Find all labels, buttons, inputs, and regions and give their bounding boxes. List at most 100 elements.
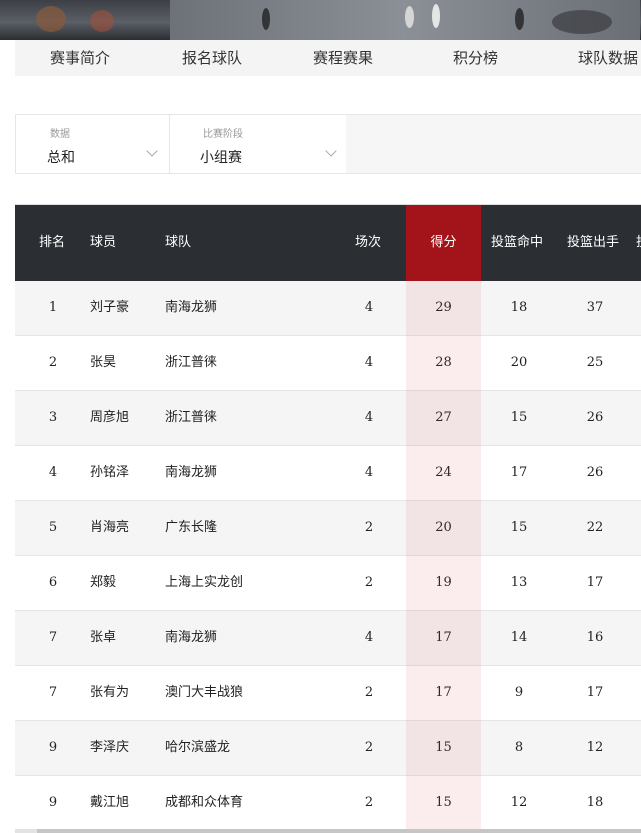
nav-item-team-stats[interactable]: 球队数据 <box>578 40 638 76</box>
games-cell: 2 <box>364 520 374 535</box>
player-cell[interactable]: 李泽庆 <box>90 721 160 775</box>
table-row[interactable]: 7 张有为 澳门大丰战狼 2 17 9 17 <box>15 666 641 721</box>
table-row[interactable]: 9 戴江旭 成都和众体育 2 15 12 18 <box>15 776 641 831</box>
fgm-cell: 12 <box>510 795 528 810</box>
games-cell: 4 <box>364 355 374 370</box>
fgm-cell: 20 <box>510 355 528 370</box>
player-cell[interactable]: 张有为 <box>90 666 160 720</box>
table-row[interactable]: 2 张昊 浙江普徕 4 28 20 25 <box>15 336 641 391</box>
team-cell[interactable]: 浙江普徕 <box>165 391 315 445</box>
fga-cell: 17 <box>586 685 604 700</box>
player-stats-table: 排名 球员 球队 场次 得分 投篮命中 投篮出手 投 1刘子豪南海龙狮42918… <box>15 204 641 833</box>
fga-cell: 26 <box>586 410 604 425</box>
games-cell: 4 <box>364 630 374 645</box>
player-figure <box>515 8 524 30</box>
stats-page: 赛事简介 报名球队 赛程赛果 积分榜 球队数据 数据 总和 比赛阶段 小组赛 排… <box>0 0 641 833</box>
fgm-cell: 15 <box>510 520 528 535</box>
team-cell[interactable]: 哈尔滨盛龙 <box>165 721 315 775</box>
nav-item-intro[interactable]: 赛事简介 <box>50 40 110 76</box>
scrollbar-thumb[interactable] <box>37 829 641 833</box>
points-cell: 17 <box>435 630 452 645</box>
player-cell[interactable]: 张卓 <box>90 611 160 665</box>
player-cell[interactable]: 张昊 <box>90 336 160 390</box>
rank-cell: 7 <box>48 685 58 700</box>
column-games[interactable]: 场次 <box>355 205 381 281</box>
column-rank[interactable]: 排名 <box>39 205 65 281</box>
player-cell[interactable]: 刘子豪 <box>90 281 160 335</box>
table-row[interactable]: 6 郑毅 上海上实龙创 2 19 13 17 <box>15 556 641 611</box>
chevron-down-icon <box>325 145 337 157</box>
fga-cell: 22 <box>586 520 604 535</box>
nav-item-standings[interactable]: 积分榜 <box>453 40 498 76</box>
rank-cell: 2 <box>48 355 58 370</box>
fgm-cell: 17 <box>510 465 528 480</box>
team-cell[interactable]: 广东长隆 <box>165 501 315 555</box>
rank-cell: 9 <box>48 740 58 755</box>
fgm-cell: 18 <box>510 300 528 315</box>
column-fga[interactable]: 投篮出手 <box>567 205 619 281</box>
horizontal-scrollbar[interactable] <box>15 829 641 833</box>
table-row[interactable]: 1 刘子豪 南海龙狮 4 29 18 37 <box>15 281 641 336</box>
team-cell[interactable]: 上海上实龙创 <box>165 556 315 610</box>
rank-cell: 1 <box>48 300 58 315</box>
games-cell: 2 <box>364 685 374 700</box>
points-cell: 29 <box>435 300 452 315</box>
column-points[interactable]: 得分 <box>406 205 481 281</box>
filter-value: 总和 <box>47 150 75 166</box>
fga-cell: 17 <box>586 575 604 590</box>
player-cell[interactable]: 郑毅 <box>90 556 160 610</box>
fgm-cell: 14 <box>510 630 528 645</box>
games-cell: 4 <box>364 300 374 315</box>
stage-select[interactable]: 比赛阶段 小组赛 <box>170 115 346 173</box>
table-row[interactable]: 3 周彦旭 浙江普徕 4 27 15 26 <box>15 391 641 446</box>
team-cell[interactable]: 南海龙狮 <box>165 281 315 335</box>
player-cell[interactable]: 孙铭泽 <box>90 446 160 500</box>
column-player[interactable]: 球员 <box>90 205 116 281</box>
player-figure <box>262 8 270 30</box>
column-partial[interactable]: 投 <box>636 205 641 281</box>
crowd-blob <box>552 10 612 34</box>
points-cell: 28 <box>435 355 452 370</box>
filter-value: 小组赛 <box>200 150 242 166</box>
crowd-blob <box>90 10 114 32</box>
table-row[interactable]: 5 肖海亮 广东长隆 2 20 15 22 <box>15 501 641 556</box>
points-cell: 19 <box>435 575 452 590</box>
rank-cell: 7 <box>48 630 58 645</box>
points-cell: 24 <box>435 465 452 480</box>
team-cell[interactable]: 南海龙狮 <box>165 611 315 665</box>
points-cell: 15 <box>435 795 452 810</box>
nav-item-teams[interactable]: 报名球队 <box>182 40 242 76</box>
team-cell[interactable]: 澳门大丰战狼 <box>165 666 315 720</box>
rank-cell: 9 <box>48 795 58 810</box>
table-row[interactable]: 9 李泽庆 哈尔滨盛龙 2 15 8 12 <box>15 721 641 776</box>
fgm-cell: 13 <box>510 575 528 590</box>
column-team[interactable]: 球队 <box>165 205 191 281</box>
filter-label: 比赛阶段 <box>203 129 243 140</box>
team-cell[interactable]: 南海龙狮 <box>165 446 315 500</box>
points-cell: 17 <box>435 685 452 700</box>
games-cell: 2 <box>364 740 374 755</box>
player-cell[interactable]: 肖海亮 <box>90 501 160 555</box>
fga-cell: 16 <box>586 630 604 645</box>
fga-cell: 25 <box>586 355 604 370</box>
games-cell: 4 <box>364 465 374 480</box>
games-cell: 4 <box>364 410 374 425</box>
player-cell[interactable]: 戴江旭 <box>90 776 160 830</box>
data-type-select[interactable]: 数据 总和 <box>16 115 169 173</box>
chevron-down-icon <box>146 145 158 157</box>
fga-cell: 26 <box>586 465 604 480</box>
fgm-cell: 9 <box>514 685 524 700</box>
column-fgm[interactable]: 投篮命中 <box>491 205 543 281</box>
table-row[interactable]: 7 张卓 南海龙狮 4 17 14 16 <box>15 611 641 666</box>
rank-cell: 3 <box>48 410 58 425</box>
player-cell[interactable]: 周彦旭 <box>90 391 160 445</box>
filter-label: 数据 <box>50 129 70 140</box>
crowd-blob <box>36 6 66 32</box>
team-cell[interactable]: 浙江普徕 <box>165 336 315 390</box>
rank-cell: 6 <box>48 575 58 590</box>
nav-bar: 赛事简介 报名球队 赛程赛果 积分榜 球队数据 <box>15 40 641 76</box>
fgm-cell: 8 <box>514 740 524 755</box>
team-cell[interactable]: 成都和众体育 <box>165 776 315 830</box>
table-row[interactable]: 4 孙铭泽 南海龙狮 4 24 17 26 <box>15 446 641 501</box>
nav-item-schedule[interactable]: 赛程赛果 <box>313 40 373 76</box>
